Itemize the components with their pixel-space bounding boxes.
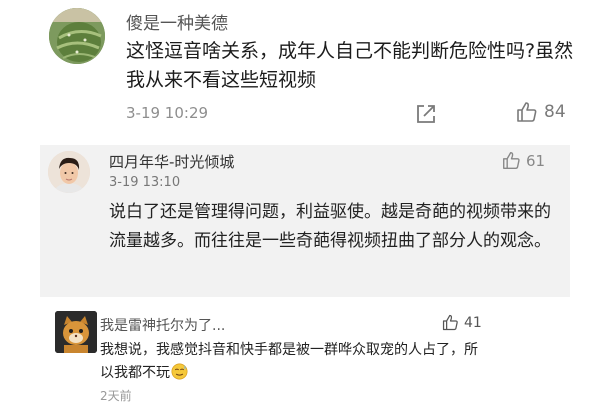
comment-item: 我是雷神托尔为了... 41 我想说，我感觉抖音和快手都是被一群哗众取宠的人占了… [0,297,598,404]
share-icon[interactable] [415,103,437,129]
cat-avatar-icon [55,311,97,353]
comment-username[interactable]: 傻是一种美德 [126,9,228,34]
cactus-avatar-icon [49,8,105,64]
comment-item: 傻是一种美德 这怪逗音啥关系，成年人自己不能判断危险性吗?虽然我从来不看这些短视… [0,0,598,145]
comment-text: 我想说，我感觉抖音和快手都是被一群哗众取宠的人占了，所以我都不玩 [100,342,478,381]
thumbs-up-icon [503,152,520,169]
user-avatar[interactable] [55,311,97,353]
comment-time: 3-19 10:29 [126,104,209,122]
comment-time: 3-19 13:10 [109,175,181,190]
like-count: 41 [464,314,482,331]
like-button[interactable]: 61 [502,151,545,170]
comment-text-wrapper: 我想说，我感觉抖音和快手都是被一群哗众取宠的人占了，所以我都不玩 [100,339,490,385]
thumbs-up-icon [442,314,458,331]
comment-time: 2天前 [100,389,132,403]
person-avatar-icon [48,151,90,193]
thumbs-up-icon [517,102,537,122]
user-avatar[interactable] [48,151,90,193]
like-count: 84 [544,102,566,122]
comment-text: 这怪逗音啥关系，成年人自己不能判断危险性吗?虽然我从来不看这些短视频 [126,40,574,91]
comment-username[interactable]: 我是雷神托尔为了... [100,315,225,335]
comment-item: 四月年华-时光倾城 3-19 13:10 61 说白了还是管理得问题，利益驱使。… [40,145,570,297]
like-count: 61 [526,151,546,170]
user-avatar[interactable] [49,8,105,64]
sweat-emoji-icon [171,363,188,380]
like-button[interactable]: 84 [516,101,566,123]
like-button[interactable]: 41 [442,314,482,331]
comment-username[interactable]: 四月年华-时光倾城 [109,151,234,172]
comment-text: 说白了还是管理得问题，利益驱使。越是奇葩的视频带来的流量越多。而往往是一些奇葩得… [109,202,551,251]
